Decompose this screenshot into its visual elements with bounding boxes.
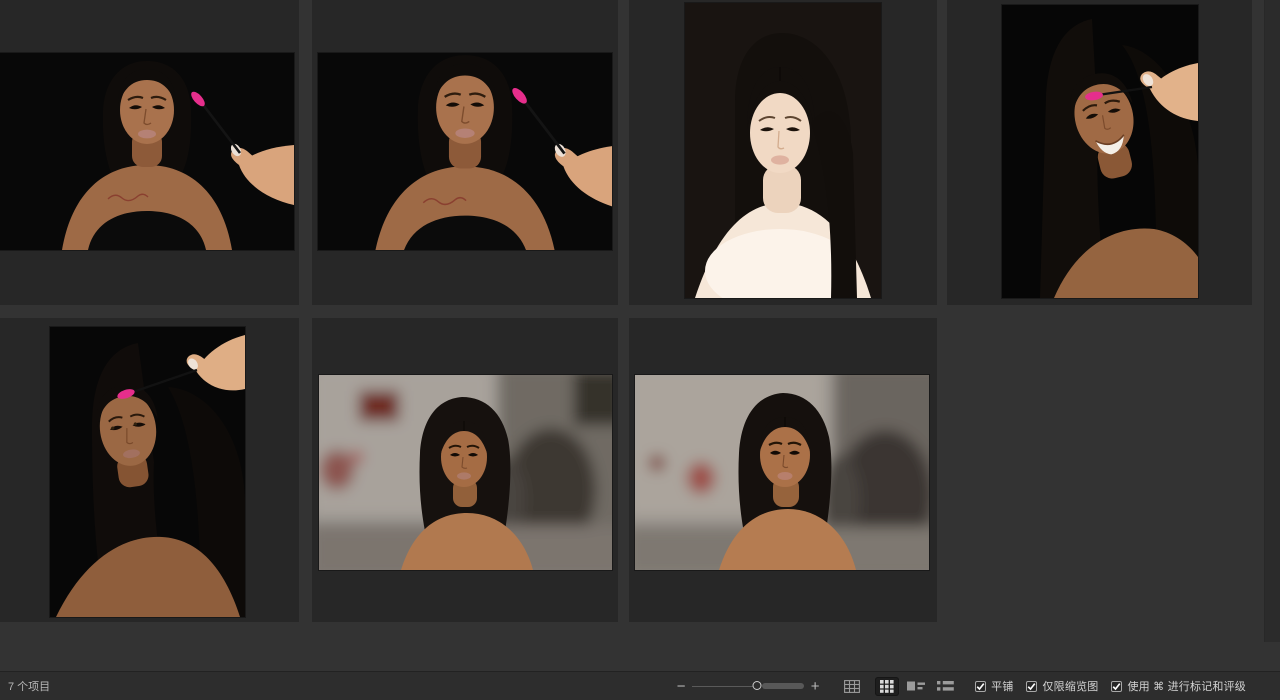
slider-thumb[interactable] xyxy=(753,681,762,690)
slider-track-right[interactable] xyxy=(762,683,804,689)
grid-item-2[interactable] xyxy=(312,0,618,305)
photo-thumbnail-3[interactable] xyxy=(685,3,881,298)
rating-shortcut-checkbox-label: 使用 ⌘ 进行标记和评级 xyxy=(1127,678,1246,694)
photo-thumbnail-6[interactable] xyxy=(319,375,612,570)
grid-item-5[interactable] xyxy=(0,318,299,622)
photo-thumbnail-1[interactable] xyxy=(0,53,294,250)
view-mode-buttons xyxy=(840,677,962,696)
tile-checkbox-group[interactable]: 平铺 xyxy=(975,678,1013,694)
list-view-button[interactable] xyxy=(933,677,957,696)
grid-item-7[interactable] xyxy=(629,318,937,622)
zoom-out-button[interactable]: − xyxy=(674,679,688,694)
rating-shortcut-checkbox[interactable] xyxy=(1111,681,1122,692)
tile-checkbox[interactable] xyxy=(975,681,986,692)
photo-image xyxy=(0,53,294,250)
tile-checkbox-label: 平铺 xyxy=(991,678,1013,694)
slider-track-left[interactable] xyxy=(692,686,758,688)
photo-image xyxy=(1002,5,1198,298)
photo-image xyxy=(635,375,929,570)
checkmark-icon xyxy=(1027,682,1036,691)
status-bar: 7 个项目 − + xyxy=(0,671,1280,700)
photo-image xyxy=(50,327,245,617)
status-bar-controls: − + xyxy=(674,677,1280,696)
content-panel: 7 个项目 − + xyxy=(0,0,1280,700)
thumbnails-only-checkbox-group[interactable]: 仅限缩览图 xyxy=(1026,678,1098,694)
thumbnails-only-checkbox-label: 仅限缩览图 xyxy=(1042,678,1098,694)
grid-item-4[interactable] xyxy=(947,0,1252,305)
details-view-icon xyxy=(907,680,925,692)
details-view-button[interactable] xyxy=(904,677,928,696)
thumbnail-size-slider[interactable] xyxy=(692,679,804,693)
photo-image xyxy=(318,53,612,250)
grid-item-1[interactable] xyxy=(0,0,299,305)
grid-item-6[interactable] xyxy=(312,318,618,622)
thumbnail-grid xyxy=(0,0,1280,671)
checkmark-icon xyxy=(1112,682,1121,691)
rating-shortcut-checkbox-group[interactable]: 使用 ⌘ 进行标记和评级 xyxy=(1111,678,1246,694)
photo-thumbnail-7[interactable] xyxy=(635,375,929,570)
grid-item-3[interactable] xyxy=(629,0,937,305)
photo-thumbnail-4[interactable] xyxy=(1002,5,1198,298)
photo-image xyxy=(685,3,881,298)
thumbnails-only-checkbox[interactable] xyxy=(1026,681,1037,692)
thumbnail-view-button[interactable] xyxy=(875,677,899,696)
photo-thumbnail-2[interactable] xyxy=(318,53,612,250)
grid-outline-icon xyxy=(844,680,860,693)
checkmark-icon xyxy=(976,682,985,691)
thumbnail-grid-icon xyxy=(880,680,894,693)
vertical-scrollbar[interactable] xyxy=(1264,0,1280,642)
grid-view-button[interactable] xyxy=(840,677,864,696)
photo-image xyxy=(319,375,612,570)
item-count-label: 7 个项目 xyxy=(0,678,50,694)
list-view-icon xyxy=(937,680,954,692)
photo-thumbnail-5[interactable] xyxy=(50,327,245,617)
zoom-in-button[interactable]: + xyxy=(808,679,822,694)
